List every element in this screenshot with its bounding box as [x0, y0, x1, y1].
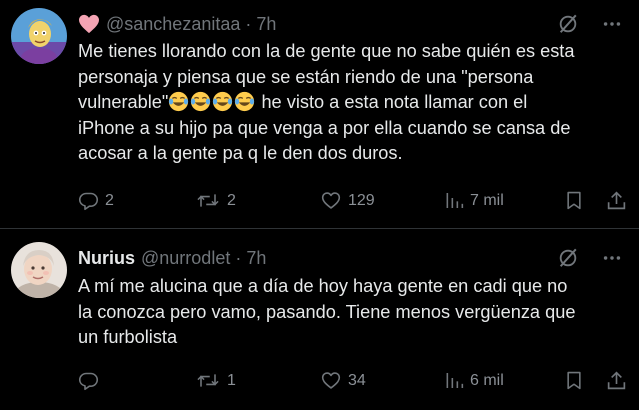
- tears-of-joy-emoji-icon: [235, 91, 255, 112]
- action-bar: 1 34 6 mil: [78, 370, 628, 394]
- share-icon: [607, 191, 626, 210]
- like-button[interactable]: 34: [320, 370, 366, 391]
- text-line: iPhone a su hijo pa que venga a por ella…: [78, 117, 571, 138]
- text-line: vulnerable" he visto a esta nota llamar …: [78, 90, 626, 116]
- tweet-sanchezanitaa[interactable]: @sanchezanitaa · 7h Me tienes llorando c…: [0, 0, 639, 226]
- tears-of-joy-emoji-icon: [213, 91, 233, 112]
- separator-dot: ·: [245, 13, 252, 34]
- views-button[interactable]: 7 mil: [444, 190, 504, 211]
- repost-icon: [197, 374, 219, 387]
- text-line: un furbolista: [78, 327, 178, 347]
- repost-button[interactable]: 2: [195, 190, 236, 211]
- more-icon[interactable]: [601, 247, 623, 269]
- text-fragment: vulnerable": [78, 92, 169, 112]
- share-button[interactable]: [606, 370, 627, 391]
- bookmark-icon: [567, 371, 581, 390]
- text-fragment: he visto a esta nota llamar con el: [256, 92, 528, 112]
- text-line: A mí me alucina que a día de hoy haya ge…: [78, 276, 568, 296]
- repost-count: 2: [227, 191, 236, 209]
- display-name[interactable]: Nurius: [78, 248, 135, 269]
- share-icon: [607, 371, 626, 390]
- reply-icon: [78, 192, 99, 211]
- handle[interactable]: @nurrodlet: [141, 248, 230, 269]
- more-icon[interactable]: [601, 13, 623, 35]
- grok-icon[interactable]: [557, 13, 579, 35]
- tweet-nurrodlet[interactable]: Nurius @nurrodlet · 7h A mí me alucina q…: [0, 229, 639, 410]
- bookmark-button[interactable]: [564, 190, 584, 211]
- views-icon: [446, 373, 464, 388]
- avatar[interactable]: [11, 242, 67, 298]
- reply-feed: @sanchezanitaa · 7h Me tienes llorando c…: [0, 0, 639, 410]
- tears-of-joy-emoji-icon: [191, 91, 211, 112]
- like-icon: [321, 372, 341, 389]
- repost-button[interactable]: 1: [195, 370, 236, 391]
- repost-icon: [197, 194, 219, 207]
- tears-of-joy-emoji-icon: [169, 91, 189, 112]
- views-button[interactable]: 6 mil: [444, 370, 504, 391]
- like-icon: [321, 192, 341, 209]
- text-line: personaja y piensa que se están riendo d…: [78, 66, 534, 87]
- timestamp[interactable]: 7h: [246, 248, 266, 269]
- view-count: 7 mil: [470, 191, 504, 209]
- handle[interactable]: @sanchezanitaa: [106, 14, 240, 35]
- text-line: Me tienes llorando con la de gente que n…: [78, 41, 575, 61]
- repost-count: 1: [227, 371, 236, 389]
- reply-button[interactable]: 2: [78, 190, 114, 211]
- like-button[interactable]: 129: [320, 190, 375, 211]
- timestamp[interactable]: 7h: [256, 14, 276, 35]
- like-count: 129: [348, 191, 375, 209]
- tweet-text: Me tienes llorando con la de gente que n…: [78, 39, 626, 167]
- action-bar: 2 2 129 7 mil: [78, 190, 628, 214]
- avatar[interactable]: [11, 8, 67, 64]
- grok-icon[interactable]: [557, 247, 579, 269]
- bookmark-icon: [567, 191, 581, 210]
- like-count: 34: [348, 371, 366, 389]
- share-button[interactable]: [606, 190, 627, 211]
- tweet-text: A mí me alucina que a día de hoy haya ge…: [78, 274, 626, 351]
- view-count: 6 mil: [470, 371, 504, 389]
- text-line: acosar a la gente pa q le den dos duros.: [78, 143, 403, 163]
- separator-dot: ·: [235, 247, 242, 268]
- reply-icon: [78, 372, 99, 391]
- views-icon: [446, 193, 464, 208]
- reply-button[interactable]: [78, 370, 105, 391]
- heart-emoji-icon: [79, 14, 99, 34]
- bookmark-button[interactable]: [564, 370, 584, 391]
- text-line: la conozca pero vamo, pasando. Tiene men…: [78, 301, 576, 322]
- reply-count: 2: [105, 191, 114, 209]
